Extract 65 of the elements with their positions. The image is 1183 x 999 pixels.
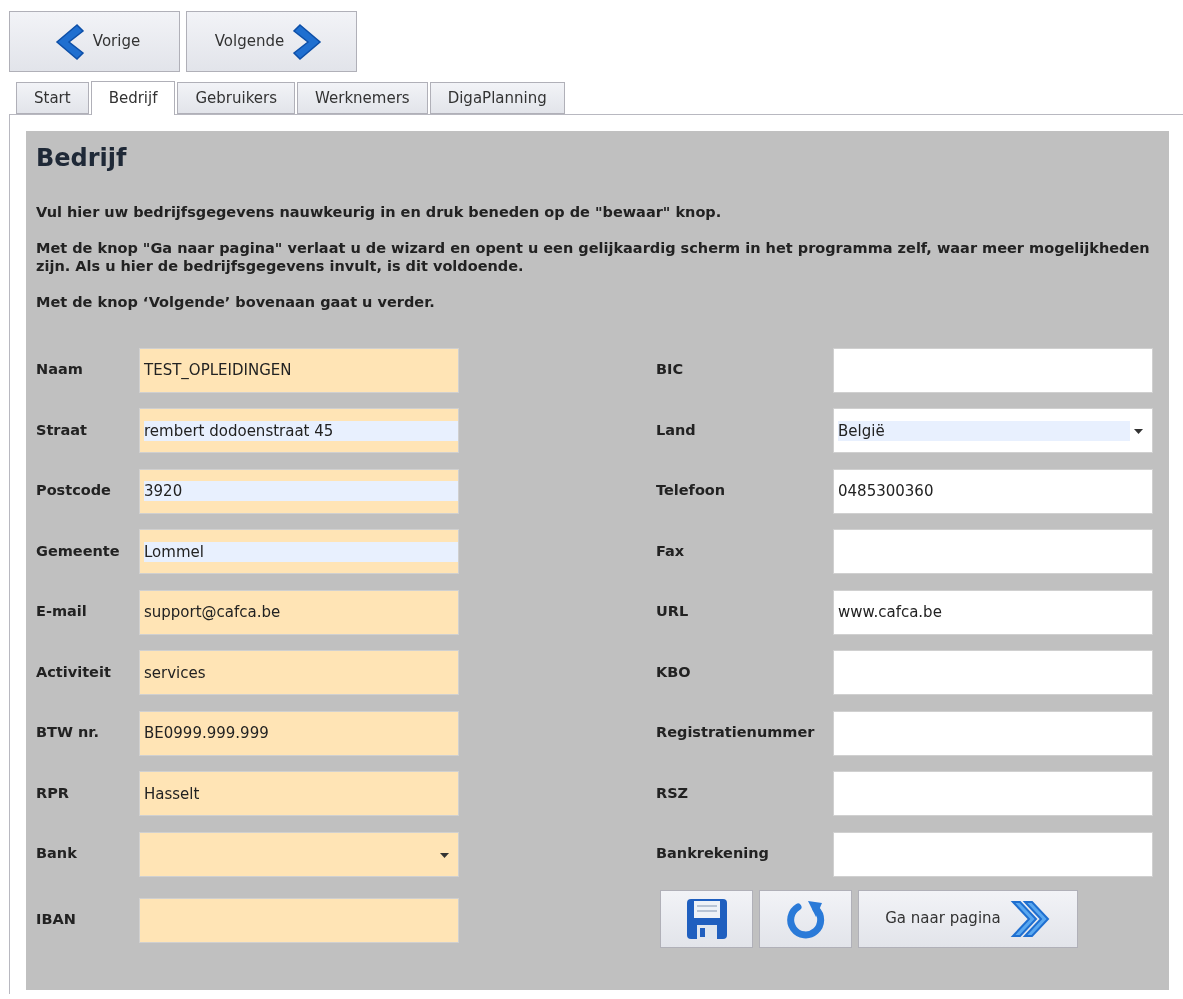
field-value: BE0999.999.999 (144, 723, 270, 744)
field-label: Straat (36, 420, 89, 440)
input-field[interactable] (833, 831, 1153, 877)
field-label: BIC (656, 360, 685, 380)
field-value: Hasselt (144, 783, 201, 804)
field-value: België (838, 420, 1130, 441)
field-label: BTW nr. (36, 723, 100, 743)
input-field[interactable]: 0485300360 (833, 468, 1153, 514)
dropdown-field[interactable]: België (833, 408, 1153, 454)
input-field[interactable] (833, 650, 1153, 696)
dropdown-arrow-icon (1134, 429, 1143, 435)
input-field[interactable]: Hasselt (139, 771, 459, 817)
input-field[interactable]: www.cafca.be (833, 589, 1153, 635)
field-label: URL (656, 602, 690, 622)
field-value: 3920 (144, 481, 458, 502)
field-label: Activiteit (36, 662, 112, 682)
field-label: Registratienummer (656, 723, 816, 743)
tab[interactable]: DigaPlanning (429, 82, 565, 114)
instruction-text: Met de knop ‘Volgende’ bovenaan gaat u verder. (36, 293, 436, 311)
field-value: 0485300360 (838, 481, 935, 502)
page-heading: Bedrijf (36, 143, 128, 173)
tab[interactable]: Gebruikers (177, 82, 296, 114)
instruction-text: Vul hier uw bedrijfsgegevens nauwkeurig in en druk beneden op de "bewaar" knop. (36, 203, 723, 221)
field-value: TEST_OPLEIDINGEN (144, 360, 293, 381)
undo-button[interactable] (759, 889, 852, 948)
input-field[interactable]: services (139, 650, 459, 696)
field-label: Bankrekening (656, 844, 770, 864)
tab[interactable]: Werknemers (297, 82, 428, 114)
field-label: RSZ (656, 783, 690, 803)
field-label: Naam (36, 360, 84, 380)
input-field[interactable]: rembert dodoenstraat 45 (139, 408, 459, 454)
next-button[interactable]: Volgende (186, 11, 357, 72)
input-field[interactable] (833, 347, 1153, 393)
input-field[interactable]: TEST_OPLEIDINGEN (139, 347, 459, 393)
field-label: RPR (36, 783, 70, 803)
field-label: KBO (656, 662, 692, 682)
field-value: rembert dodoenstraat 45 (144, 420, 458, 441)
tab[interactable]: Start (16, 82, 89, 114)
field-label: Land (656, 420, 697, 440)
save-button[interactable] (660, 889, 753, 948)
field-value: Lommel (144, 541, 458, 562)
input-field[interactable]: support@cafca.be (139, 589, 459, 635)
input-field[interactable] (833, 771, 1153, 817)
input-field[interactable]: Lommel (139, 529, 459, 575)
field-value: services (144, 662, 207, 683)
tab[interactable]: Bedrijf (90, 81, 176, 115)
input-field[interactable] (833, 529, 1153, 575)
instruction-text: Met de knop "Ga naar pagina" verlaat u de wizard en opent u een gelijkaardig scherm in het programma zelf, waar meer mogelijkheden zijn. Als u hier de bedrijfsgegevens invult, is dit voldoende. (36, 239, 1151, 275)
field-label: Telefoon (656, 481, 727, 501)
input-field[interactable]: 3920 (139, 468, 459, 514)
field-label: Gemeente (36, 541, 121, 561)
input-field[interactable]: BE0999.999.999 (139, 710, 459, 756)
field-label: Bank (36, 844, 78, 864)
field-label: Postcode (36, 481, 112, 501)
dropdown-field[interactable] (139, 831, 459, 877)
previous-button[interactable]: Vorige (9, 11, 180, 72)
field-label: IBAN (36, 910, 77, 930)
input-field[interactable] (833, 710, 1153, 756)
input-field[interactable] (139, 897, 459, 943)
field-value: support@cafca.be (144, 602, 282, 623)
goto-page-button[interactable]: Ga naar pagina (858, 889, 1078, 948)
field-value: www.cafca.be (838, 602, 943, 623)
dropdown-arrow-icon (440, 852, 449, 858)
field-label: Fax (656, 541, 686, 561)
field-label: E-mail (36, 602, 88, 622)
